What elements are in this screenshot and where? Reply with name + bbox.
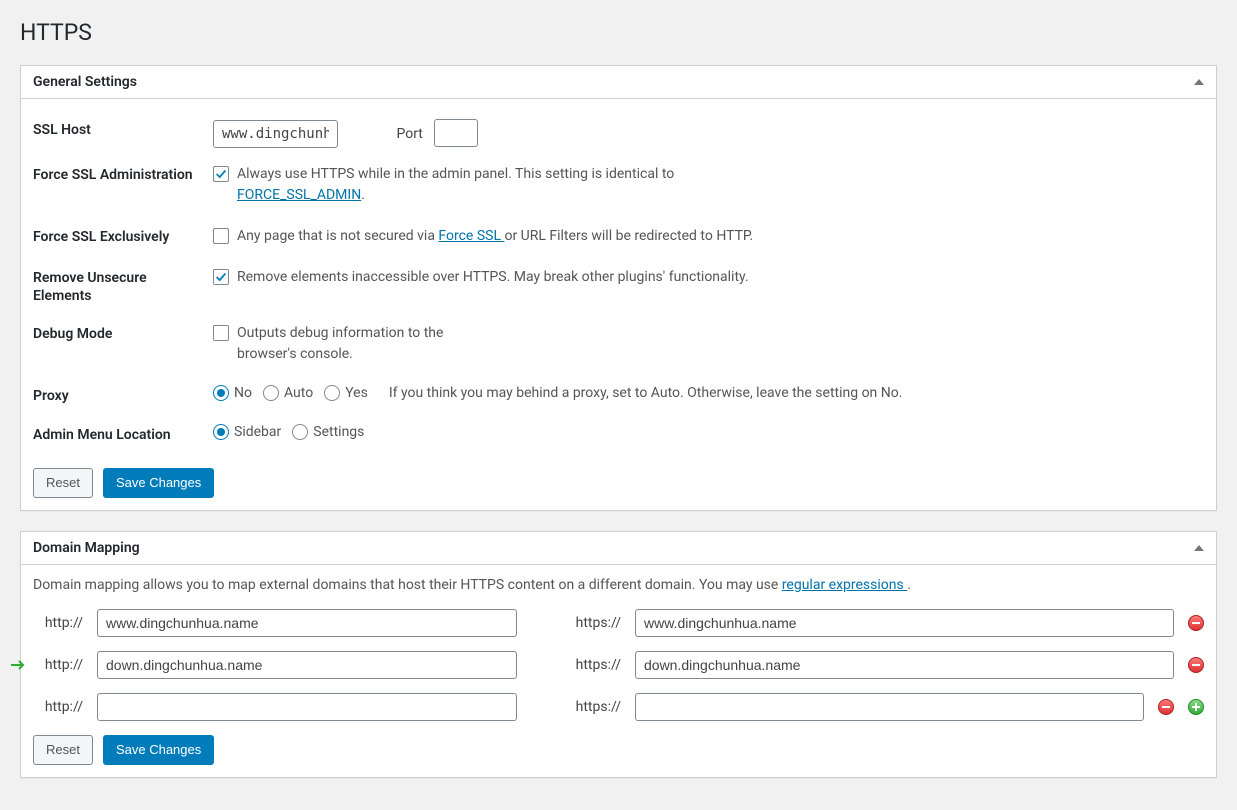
force-ssl-link[interactable]: Force SSL	[438, 228, 504, 244]
force-ssl-admin-checkbox[interactable]	[213, 166, 229, 182]
ssl-host-input[interactable]	[213, 120, 338, 148]
http-domain-input[interactable]	[97, 609, 517, 637]
mapping-reset-button[interactable]: Reset	[33, 735, 93, 765]
force-ssl-admin-label: Force SSL Administration	[33, 156, 213, 218]
collapse-icon[interactable]	[1194, 545, 1204, 551]
port-label: Port	[396, 126, 422, 142]
admin-menu-sidebar-label: Sidebar	[234, 424, 281, 440]
remove-row-button[interactable]	[1188, 657, 1204, 673]
force-ssl-excl-checkbox[interactable]	[213, 228, 229, 244]
mapping-row: http:// https://	[33, 693, 1204, 721]
general-settings-header[interactable]: General Settings	[21, 66, 1216, 99]
proxy-yes-label: Yes	[345, 385, 368, 401]
proxy-no-label: No	[234, 385, 252, 401]
mapping-save-button[interactable]: Save Changes	[103, 735, 214, 765]
proxy-no-radio[interactable]	[213, 385, 229, 401]
remove-row-button[interactable]	[1158, 699, 1174, 715]
proxy-label: Proxy	[33, 377, 213, 415]
https-label: https://	[561, 657, 621, 673]
domain-mapping-desc: Domain mapping allows you to map externa…	[33, 577, 1204, 593]
remove-unsecure-checkbox[interactable]	[213, 269, 229, 285]
proxy-yes-radio[interactable]	[324, 385, 340, 401]
general-reset-button[interactable]: Reset	[33, 468, 93, 498]
domain-mapping-header[interactable]: Domain Mapping	[21, 532, 1216, 565]
arrow-right-icon	[11, 658, 29, 672]
force-ssl-excl-label: Force SSL Exclusively	[33, 218, 213, 259]
admin-menu-settings-label: Settings	[313, 424, 364, 440]
remove-unsecure-desc: Remove elements inaccessible over HTTPS.…	[237, 267, 749, 288]
minus-icon	[1191, 660, 1201, 670]
force-ssl-admin-desc: Always use HTTPS while in the admin pane…	[237, 164, 757, 206]
mapping-row: http:// https://	[33, 651, 1204, 679]
regex-link[interactable]: regular expressions	[782, 577, 907, 593]
https-domain-input[interactable]	[635, 651, 1174, 679]
http-domain-input[interactable]	[97, 651, 517, 679]
proxy-auto-label: Auto	[284, 385, 313, 401]
general-settings-title: General Settings	[33, 74, 137, 90]
http-label: http://	[33, 657, 83, 673]
admin-menu-settings-radio[interactable]	[292, 424, 308, 440]
minus-icon	[1191, 618, 1201, 628]
https-label: https://	[561, 699, 621, 715]
plus-icon	[1191, 702, 1201, 712]
https-label: https://	[561, 615, 621, 631]
remove-row-button[interactable]	[1188, 615, 1204, 631]
admin-menu-sidebar-radio[interactable]	[213, 424, 229, 440]
ssl-host-label: SSL Host	[33, 111, 213, 156]
general-save-button[interactable]: Save Changes	[103, 468, 214, 498]
https-domain-input[interactable]	[635, 693, 1144, 721]
mapping-row: http:// https://	[33, 609, 1204, 637]
https-domain-input[interactable]	[635, 609, 1174, 637]
general-settings-box: General Settings SSL Host Port Force SSL…	[20, 65, 1217, 511]
domain-mapping-title: Domain Mapping	[33, 540, 140, 556]
minus-icon	[1161, 702, 1171, 712]
force-ssl-excl-desc: Any page that is not secured via Force S…	[237, 226, 753, 247]
debug-checkbox[interactable]	[213, 325, 229, 341]
debug-label: Debug Mode	[33, 315, 213, 377]
proxy-help: If you think you may behind a proxy, set…	[389, 385, 903, 401]
force-ssl-admin-link[interactable]: FORCE_SSL_ADMIN	[237, 187, 361, 203]
add-row-button[interactable]	[1188, 699, 1204, 715]
admin-menu-label: Admin Menu Location	[33, 416, 213, 454]
proxy-auto-radio[interactable]	[263, 385, 279, 401]
page-title: HTTPS	[20, 10, 1217, 50]
domain-mapping-box: Domain Mapping Domain mapping allows you…	[20, 531, 1217, 778]
remove-unsecure-label: Remove Unsecure Elements	[33, 259, 213, 315]
http-domain-input[interactable]	[97, 693, 517, 721]
http-label: http://	[33, 615, 83, 631]
debug-desc: Outputs debug information to the browser…	[237, 323, 497, 365]
http-label: http://	[33, 699, 83, 715]
collapse-icon[interactable]	[1194, 79, 1204, 85]
port-input[interactable]	[434, 119, 478, 147]
